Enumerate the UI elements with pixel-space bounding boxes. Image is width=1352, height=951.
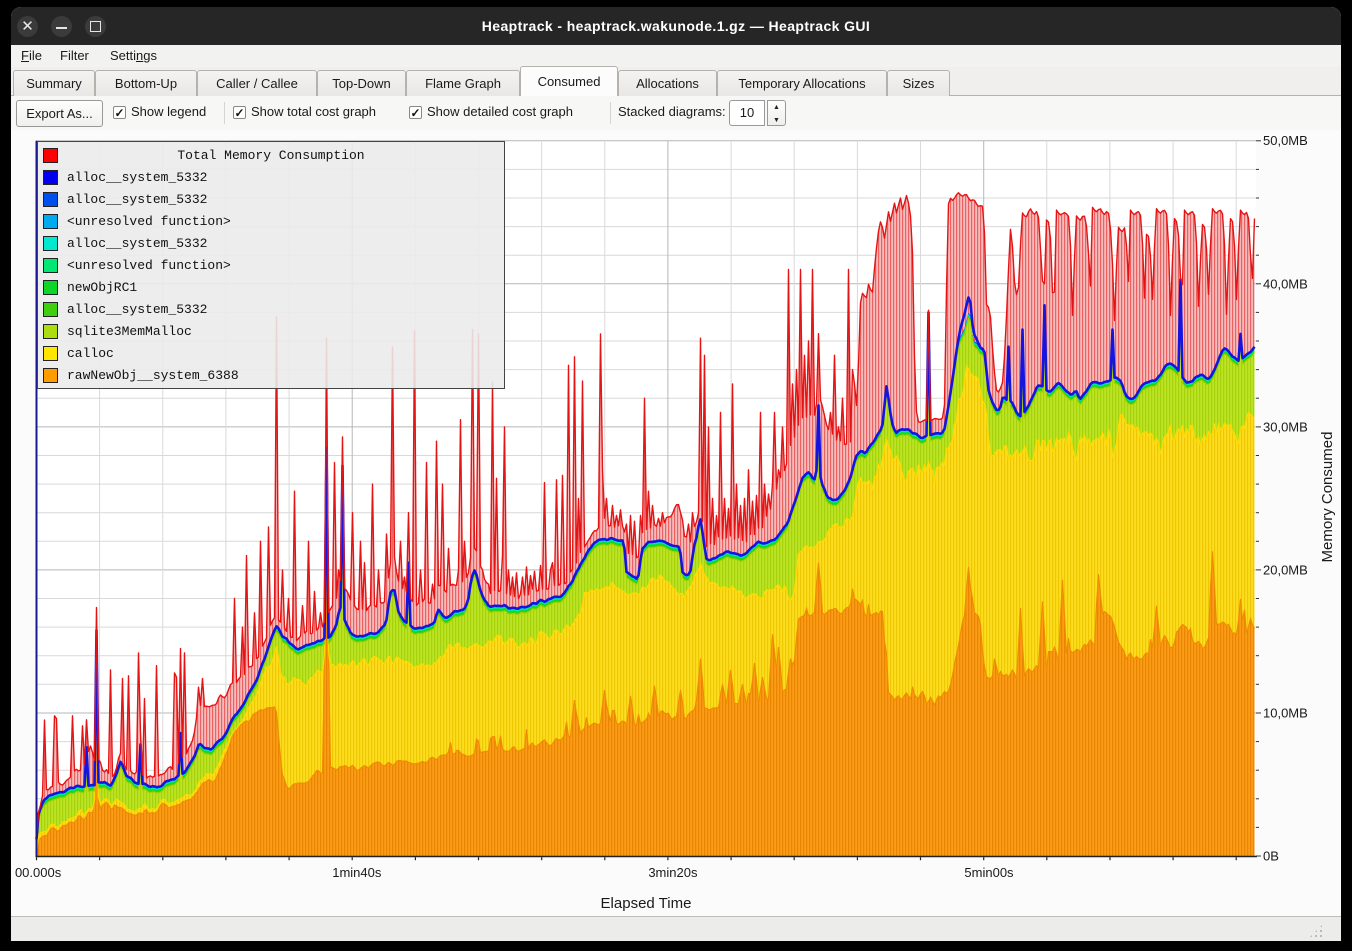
svg-text:0B: 0B xyxy=(1263,849,1279,864)
svg-text:3min20s: 3min20s xyxy=(648,865,698,880)
svg-text:20,0MB: 20,0MB xyxy=(1263,562,1308,577)
svg-text:1min40s: 1min40s xyxy=(332,865,382,880)
svg-text:50,0MB: 50,0MB xyxy=(1263,133,1308,148)
svg-text:5min00s: 5min00s xyxy=(964,865,1014,880)
svg-text:Elapsed Time: Elapsed Time xyxy=(601,895,692,911)
svg-text:40,0MB: 40,0MB xyxy=(1263,276,1308,291)
svg-text:30,0MB: 30,0MB xyxy=(1263,419,1308,434)
svg-text:00.000s: 00.000s xyxy=(15,865,62,880)
svg-text:Memory Consumed: Memory Consumed xyxy=(1319,432,1336,563)
svg-text:10,0MB: 10,0MB xyxy=(1263,706,1308,721)
